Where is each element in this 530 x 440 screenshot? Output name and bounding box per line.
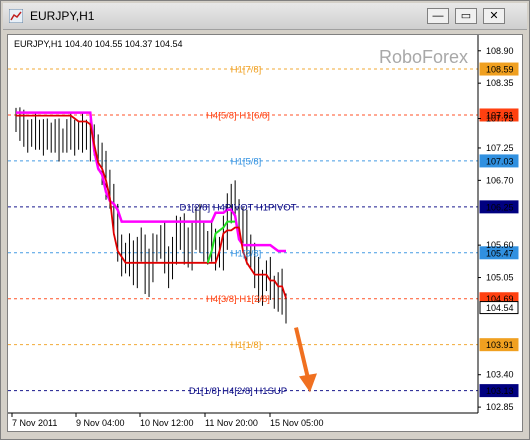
level-label: H4[5/8] H1[6/8] <box>206 110 270 121</box>
chart-icon <box>9 9 23 23</box>
title-bar[interactable]: EURJPY,H1 — ▭ ✕ <box>3 3 527 30</box>
price-badge-text: 106.25 <box>486 202 514 212</box>
x-tick-label: 11 Nov 20:00 <box>205 418 258 428</box>
chart-window: EURJPY,H1 — ▭ ✕ H1[7/8] H4[5/8] H1[6/8] H1… <box>0 0 530 440</box>
chart-area[interactable]: H1[7/8] H4[5/8] H1[6/8] H1[5/8] D1[2/8] H4P… <box>7 34 523 432</box>
level-label: H1[1/8] <box>231 340 262 351</box>
close-button[interactable]: ✕ <box>483 8 505 24</box>
y-tick-label: 106.70 <box>486 175 514 185</box>
x-tick-label: 15 Nov 05:00 <box>270 418 324 428</box>
price-badge-text: 107.81 <box>486 110 514 120</box>
minimize-button[interactable]: — <box>427 8 449 24</box>
forecast-arrow-head <box>299 373 317 393</box>
price-badge-text: 103.13 <box>486 386 514 396</box>
level-label: H1[7/8] <box>231 65 262 76</box>
y-tick-label: 107.25 <box>486 143 514 153</box>
x-tick-label: 10 Nov 12:00 <box>140 418 194 428</box>
price-badge-text: 103.91 <box>486 340 514 350</box>
y-tick-label: 103.40 <box>486 370 514 380</box>
level-label: H1[3/8] <box>231 248 262 259</box>
window-title: EURJPY,H1 <box>30 9 95 23</box>
y-tick-label: 108.35 <box>486 78 514 88</box>
price-badge-text: 104.54 <box>486 303 514 313</box>
price-chart[interactable]: H1[7/8] H4[5/8] H1[6/8] H1[5/8] D1[2/8] H4P… <box>8 35 522 431</box>
y-tick-label: 102.85 <box>486 402 514 412</box>
y-tick-label: 108.90 <box>486 46 514 56</box>
watermark: RoboForex <box>379 47 468 67</box>
level-label: D1[2/8] H4PIVOT H1PIVOT <box>179 202 296 213</box>
x-tick-label: 9 Nov 04:00 <box>76 418 125 428</box>
price-badge-text: 107.03 <box>486 156 514 166</box>
price-badge-text: 108.59 <box>486 65 514 75</box>
restore-button[interactable]: ▭ <box>455 8 477 24</box>
y-tick-label: 105.05 <box>486 273 514 283</box>
symbol-info: EURJPY,H1 104.40 104.55 104.37 104.54 <box>14 39 182 49</box>
price-badge-text: 105.47 <box>486 248 514 258</box>
x-tick-label: 7 Nov 2011 <box>12 418 57 428</box>
forecast-arrow-shaft <box>294 327 310 379</box>
level-label: H1[5/8] <box>231 156 262 167</box>
level-label: D1[1/8] H4[2/8] H1SUP <box>189 386 287 397</box>
magenta-line <box>16 111 286 253</box>
level-label: H4[3/8] H1[2/8] <box>206 294 270 305</box>
